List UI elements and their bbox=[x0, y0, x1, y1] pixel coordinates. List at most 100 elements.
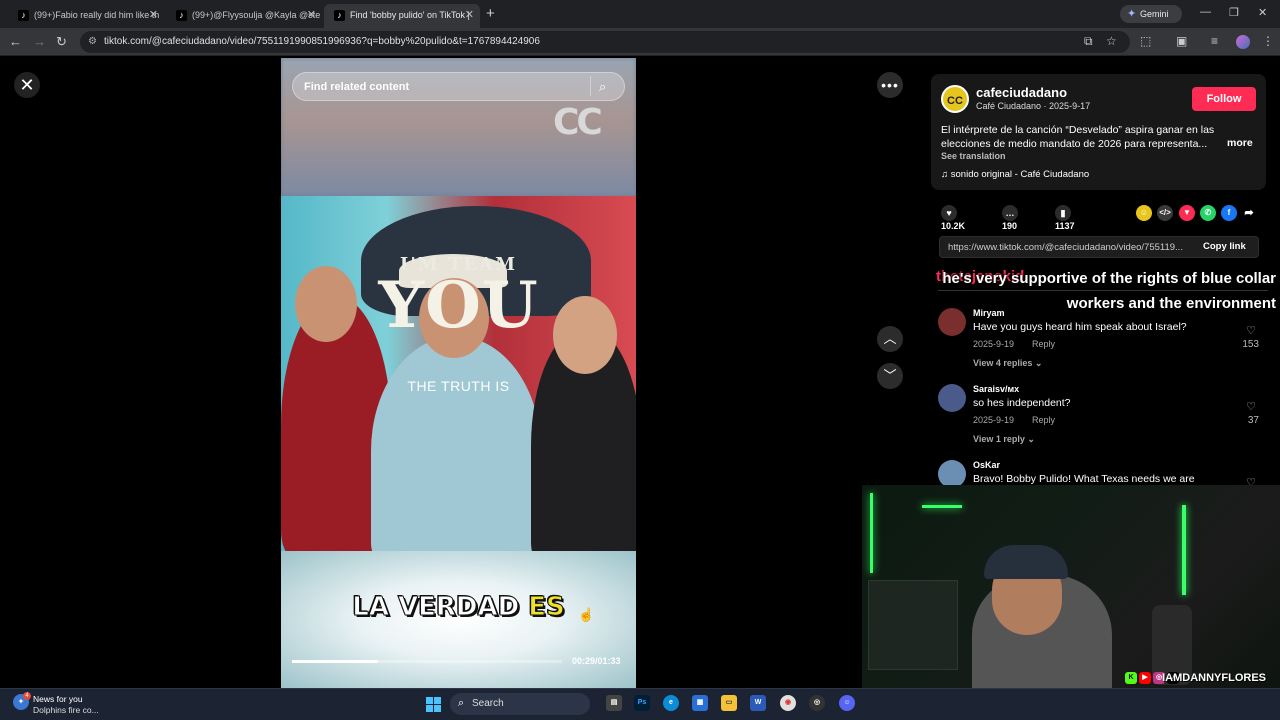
next-video-button[interactable]: ﹀ bbox=[877, 363, 903, 389]
search-icon[interactable]: ⌕ bbox=[599, 79, 606, 95]
embed-icon[interactable]: </> bbox=[1157, 205, 1173, 221]
commenter-name[interactable]: OsKar bbox=[973, 460, 1000, 470]
reply-button[interactable]: Reply bbox=[1032, 415, 1055, 425]
menu-icon[interactable]: ⋮ bbox=[1262, 34, 1274, 48]
youtube-icon: ▶ bbox=[1139, 672, 1151, 684]
find-related-search[interactable]: Find related content bbox=[292, 72, 625, 101]
view-replies-button[interactable]: View 1 reply ⌄ bbox=[973, 434, 1035, 445]
creator-avatar[interactable]: CC bbox=[941, 85, 969, 113]
word-icon[interactable]: W bbox=[750, 695, 766, 711]
commenter-avatar[interactable] bbox=[938, 384, 966, 412]
neon-light bbox=[870, 493, 873, 573]
creator-username[interactable]: cafeciudadano bbox=[976, 85, 1067, 100]
site-info-icon[interactable]: ⚙ bbox=[88, 36, 97, 47]
neon-light bbox=[1182, 505, 1186, 595]
progress-fill bbox=[292, 660, 379, 663]
store-icon[interactable]: ▦ bbox=[692, 695, 708, 711]
tiktok-icon: ♪ bbox=[18, 10, 29, 21]
share-arrow-icon[interactable]: ➦ bbox=[1241, 205, 1257, 221]
video-frame bbox=[281, 196, 636, 551]
tab-3-label: Find 'bobby pulido' on TikTok | bbox=[350, 10, 470, 20]
news-widget-title[interactable]: News for you bbox=[33, 694, 83, 704]
gemini-icon: ✦ bbox=[1127, 8, 1137, 20]
view-replies-button[interactable]: View 4 replies ⌄ bbox=[973, 358, 1042, 369]
forward-icon[interactable]: → bbox=[33, 34, 46, 49]
taskbar-search[interactable]: ⌕ Search bbox=[450, 693, 590, 715]
chrome-icon[interactable]: ◉ bbox=[780, 695, 796, 711]
comment-like-icon[interactable]: ♡ bbox=[1246, 400, 1256, 413]
close-icon[interactable]: ✕ bbox=[307, 8, 316, 21]
stream-chat-message: he's very supportive of the rights of bl… bbox=[942, 270, 1276, 312]
comment-like-count: 37 bbox=[1247, 415, 1259, 426]
split-view-icon[interactable]: ▣ bbox=[1176, 34, 1187, 48]
playback-time: 00:29/01:33 bbox=[572, 656, 621, 666]
tab-1-label: (99+)Fabio really did him like th bbox=[34, 10, 160, 20]
close-icon[interactable]: ✕ bbox=[149, 8, 158, 21]
caption-spanish-highlight: ES bbox=[528, 592, 565, 623]
back-icon[interactable]: ← bbox=[9, 34, 22, 49]
task-view-icon[interactable]: ▤ bbox=[606, 695, 622, 711]
like-button[interactable]: ♥10.2K bbox=[941, 205, 965, 231]
file-explorer-icon[interactable]: ▭ bbox=[721, 695, 737, 711]
comment-like-icon[interactable]: ♡ bbox=[1246, 324, 1256, 337]
discord-icon[interactable]: ☺ bbox=[839, 695, 855, 711]
restore-icon[interactable]: ❐ bbox=[1229, 6, 1239, 19]
tab-1[interactable]: ♪ (99+)Fabio really did him like th ✕ bbox=[8, 4, 164, 28]
mouse-cursor-icon: ☝ bbox=[578, 607, 595, 622]
close-video-button[interactable]: ✕ bbox=[14, 72, 40, 98]
comment-button[interactable]: …190 bbox=[1002, 205, 1022, 231]
description-more-link[interactable]: more bbox=[1227, 137, 1253, 149]
install-icon[interactable]: ⧉ bbox=[1084, 34, 1093, 49]
comment-text: so hes independent? bbox=[973, 397, 1071, 409]
url-text: tiktok.com/@cafeciudadano/video/75511919… bbox=[104, 36, 540, 47]
share-friends-icon[interactable]: ☺ bbox=[1136, 205, 1152, 221]
tab-2[interactable]: ♪ (99+)@Flyysoulja @Kayla @ste ✕ bbox=[166, 4, 322, 28]
bookmark-star-icon[interactable]: ☆ bbox=[1106, 34, 1117, 48]
profile-avatar[interactable] bbox=[1236, 35, 1250, 49]
reload-icon[interactable]: ↻ bbox=[56, 34, 67, 50]
view-replies-label: View 1 reply bbox=[973, 434, 1025, 444]
facebook-icon[interactable]: f bbox=[1221, 205, 1237, 221]
previous-video-button[interactable]: ︿ bbox=[877, 326, 903, 352]
follow-button[interactable]: Follow bbox=[1192, 87, 1256, 111]
news-badge: 4 bbox=[23, 692, 31, 700]
commenter-name[interactable]: Saraisv/мх bbox=[973, 384, 1019, 394]
streamer-cap bbox=[984, 545, 1068, 579]
reading-list-icon[interactable]: ≡ bbox=[1211, 34, 1218, 48]
comment-like-icon[interactable]: ♡ bbox=[1246, 476, 1256, 485]
minimize-icon[interactable]: — bbox=[1200, 6, 1211, 18]
obs-icon[interactable]: ◎ bbox=[809, 695, 825, 711]
comment-text: Have you guys heard him speak about Isra… bbox=[973, 321, 1187, 333]
tiktok-icon: ♪ bbox=[334, 10, 345, 21]
photoshop-icon[interactable]: Ps bbox=[634, 695, 650, 711]
send-icon[interactable]: ▼ bbox=[1179, 205, 1195, 221]
close-window-icon[interactable]: ✕ bbox=[1258, 6, 1267, 19]
creator-byline: Café Ciudadano · 2025-9-17 bbox=[976, 101, 1091, 111]
comment-like-count: 153 bbox=[1242, 339, 1259, 350]
tab-3[interactable]: ♪ Find 'bobby pulido' on TikTok | ✕ bbox=[324, 4, 480, 28]
taskbar-search-label: Search bbox=[472, 698, 504, 709]
start-button[interactable] bbox=[426, 697, 441, 712]
gemini-button[interactable]: ✦ Gemini bbox=[1120, 5, 1182, 23]
like-count: 10.2K bbox=[941, 221, 966, 231]
copy-link-button[interactable]: Copy link bbox=[1203, 241, 1246, 252]
sound-link[interactable]: ♫ sonido original - Café Ciudadano bbox=[941, 169, 1089, 180]
whatsapp-icon[interactable]: ✆ bbox=[1200, 205, 1216, 221]
address-bar[interactable]: ⚙ tiktok.com/@cafeciudadano/video/755119… bbox=[80, 31, 1130, 53]
close-icon[interactable]: ✕ bbox=[465, 8, 474, 21]
comment-text: Bravo! Bobby Pulido! What Texas needs we… bbox=[973, 473, 1195, 485]
comment-meta: 2025-9-19 Reply bbox=[973, 339, 1055, 349]
extensions-icon[interactable]: ⬚ bbox=[1140, 34, 1151, 48]
see-translation-link[interactable]: See translation bbox=[941, 151, 1006, 161]
comment-meta: 2025-9-19 Reply bbox=[973, 415, 1055, 425]
video-player[interactable]: CC I'M TEAM YOU THE TRUTH IS LA VERDAD E… bbox=[281, 58, 636, 688]
more-options-button[interactable]: ••• bbox=[877, 72, 903, 98]
news-widget-subtitle[interactable]: Dolphins fire co... bbox=[33, 705, 99, 715]
background-shelf bbox=[868, 580, 958, 670]
reply-button[interactable]: Reply bbox=[1032, 339, 1055, 349]
save-button[interactable]: ▮1137 bbox=[1055, 205, 1075, 231]
new-tab-button[interactable]: + bbox=[486, 5, 495, 22]
chevron-down-icon: ⌄ bbox=[1027, 434, 1035, 444]
commenter-avatar[interactable] bbox=[938, 460, 966, 485]
edge-icon[interactable]: e bbox=[663, 695, 679, 711]
